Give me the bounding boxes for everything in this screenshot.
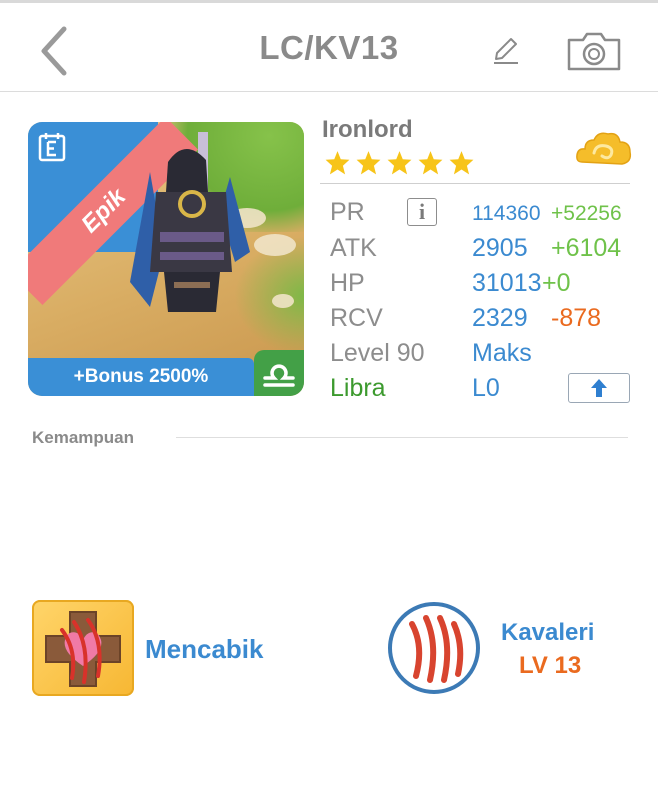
star-icon bbox=[449, 151, 474, 175]
stat-label-rcv: RCV bbox=[330, 304, 383, 332]
camera-button[interactable] bbox=[566, 30, 622, 72]
stat-label-sign: Libra bbox=[330, 374, 386, 402]
stat-value-hp: 31013 bbox=[472, 269, 542, 297]
skill-name-mencabik[interactable]: Mencabik bbox=[145, 634, 264, 665]
stat-value-atk: 2905 bbox=[472, 234, 528, 262]
stat-label-hp: HP bbox=[330, 269, 365, 297]
camera-icon bbox=[567, 32, 621, 71]
info-button[interactable]: i bbox=[407, 198, 437, 226]
stat-label-level: Level 90 bbox=[330, 339, 425, 367]
stat-bonus-pr: +52256 bbox=[551, 202, 622, 225]
star-icon bbox=[418, 151, 443, 175]
stat-bonus-atk: +6104 bbox=[551, 234, 622, 262]
stat-bonus-rcv: -878 bbox=[551, 304, 602, 332]
libra-icon bbox=[263, 364, 295, 387]
skill-level-kavaleri: LV 13 bbox=[519, 652, 582, 679]
stat-value-sign: L0 bbox=[472, 374, 500, 402]
skill-icon-kavaleri[interactable] bbox=[386, 600, 482, 696]
info-icon: i bbox=[418, 199, 426, 224]
star-icon bbox=[387, 151, 412, 175]
stat-bonus-hp: +0 bbox=[542, 269, 571, 297]
top-bar: LC/KV13 bbox=[0, 0, 658, 92]
skill-icon-mencabik[interactable] bbox=[32, 600, 134, 696]
pencil-icon bbox=[494, 38, 518, 64]
upgrade-button[interactable] bbox=[568, 373, 630, 403]
star-rating bbox=[324, 150, 475, 176]
star-icon bbox=[325, 151, 350, 175]
arrow-up-icon bbox=[591, 379, 607, 397]
hero-portrait bbox=[130, 132, 250, 312]
claw-marks-icon bbox=[388, 602, 480, 694]
bonus-label: +Bonus 2500% bbox=[73, 366, 209, 387]
section-title-abilities: Kemampuan bbox=[32, 428, 135, 447]
section-divider bbox=[176, 437, 628, 438]
unit-name: Ironlord bbox=[322, 116, 413, 143]
stat-value-level: Maks bbox=[472, 339, 532, 367]
divider bbox=[320, 183, 630, 184]
stat-value-pr: 114360 bbox=[472, 202, 541, 225]
zodiac-badge bbox=[254, 350, 304, 396]
stat-label-atk: ATK bbox=[330, 234, 377, 262]
calendar-e-icon bbox=[38, 133, 66, 162]
page-title: LC/KV13 bbox=[259, 29, 399, 66]
edit-button[interactable] bbox=[490, 35, 522, 67]
claw-heart-cross-icon bbox=[45, 611, 121, 687]
unit-card[interactable]: Epik +Bonus 2500% bbox=[28, 122, 304, 396]
bonus-bar: +Bonus 2500% bbox=[28, 358, 254, 396]
stat-label-pr: PR bbox=[330, 198, 365, 226]
stat-value-rcv: 2329 bbox=[472, 304, 528, 332]
cloud-icon[interactable] bbox=[574, 128, 634, 172]
skill-name-kavaleri[interactable]: Kavaleri bbox=[501, 619, 594, 647]
star-icon bbox=[356, 151, 381, 175]
